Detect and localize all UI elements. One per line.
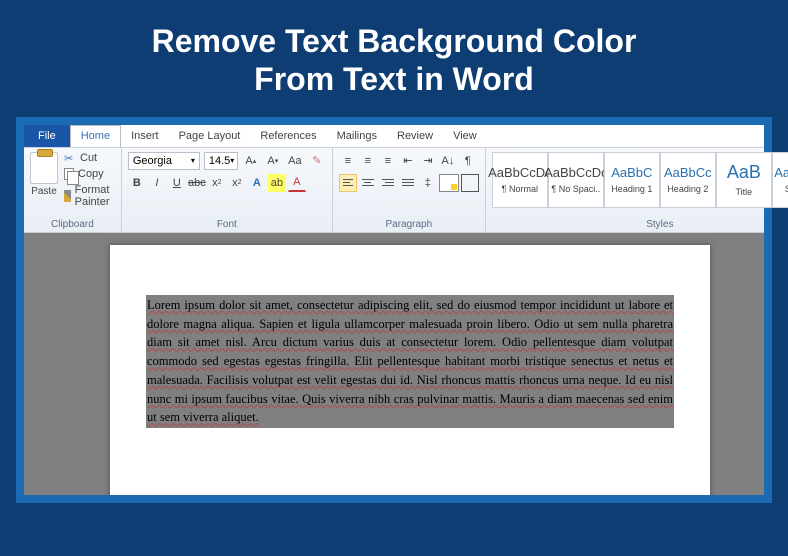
ribbon-tabs: File Home Insert Page Layout References … <box>24 125 764 147</box>
group-font: Georgia▾ 14.5▾ A▴ A▾ Aa ✎ B I U abc x2 x… <box>122 148 333 232</box>
tab-file[interactable]: File <box>24 125 70 147</box>
style-heading1[interactable]: AaBbCHeading 1 <box>604 152 660 208</box>
paste-icon <box>30 152 58 184</box>
tutorial-title: Remove Text Background Color From Text i… <box>0 0 788 117</box>
style-subtitle[interactable]: AaBbCc.Subtitle <box>772 152 788 208</box>
underline-button[interactable]: U <box>168 174 186 192</box>
clear-formatting-button[interactable]: ✎ <box>308 152 326 170</box>
scissors-icon: ✂ <box>64 152 76 164</box>
tab-view[interactable]: View <box>443 125 487 147</box>
brush-icon <box>64 190 71 202</box>
paragraph-text: Lorem ipsum dolor sit amet, consectetur … <box>147 298 673 425</box>
justify-button[interactable] <box>399 174 417 192</box>
italic-button[interactable]: I <box>148 174 166 192</box>
borders-button[interactable] <box>461 174 479 192</box>
clipboard-group-label: Clipboard <box>30 217 115 230</box>
word-window: File Home Insert Page Layout References … <box>16 117 772 503</box>
style-title[interactable]: AaBTitle <box>716 152 772 208</box>
subscript-button[interactable]: x2 <box>208 174 226 192</box>
tab-insert[interactable]: Insert <box>121 125 169 147</box>
shrink-font-button[interactable]: A▾ <box>264 152 282 170</box>
highlight-button[interactable]: ab <box>268 174 286 192</box>
strikethrough-button[interactable]: abc <box>188 174 206 192</box>
paragraph-group-label: Paragraph <box>339 217 479 230</box>
document-area[interactable]: Lorem ipsum dolor sit amet, consectetur … <box>24 233 764 495</box>
styles-group-label: Styles <box>492 217 788 230</box>
cut-button[interactable]: ✂ Cut <box>64 152 115 164</box>
bold-button[interactable]: B <box>128 174 146 192</box>
bullets-button[interactable]: ≡ <box>339 152 357 170</box>
paste-button[interactable]: Paste <box>30 152 58 197</box>
line-spacing-button[interactable]: ‡ <box>419 174 437 192</box>
tab-page-layout[interactable]: Page Layout <box>169 125 251 147</box>
styles-gallery[interactable]: AaBbCcDc¶ Normal AaBbCcDc¶ No Spaci.. Aa… <box>492 152 788 217</box>
grow-font-button[interactable]: A▴ <box>242 152 260 170</box>
ribbon: Paste ✂ Cut Copy Format Painter <box>24 147 764 233</box>
tab-home[interactable]: Home <box>70 125 121 147</box>
align-right-button[interactable] <box>379 174 397 192</box>
font-name-select[interactable]: Georgia▾ <box>128 152 200 170</box>
title-line1: Remove Text Background Color <box>0 22 788 60</box>
text-effects-button[interactable]: A <box>248 174 266 192</box>
group-styles: AaBbCcDc¶ Normal AaBbCcDc¶ No Spaci.. Aa… <box>486 148 788 232</box>
cut-label: Cut <box>80 152 97 164</box>
align-left-button[interactable] <box>339 174 357 192</box>
format-painter-label: Format Painter <box>75 184 115 208</box>
highlighted-paragraph[interactable]: Lorem ipsum dolor sit amet, consectetur … <box>146 295 674 428</box>
format-painter-button[interactable]: Format Painter <box>64 184 115 208</box>
group-paragraph: ≡ ≡ ≡ ⇤ ⇥ A↓ ¶ ‡ Paragra <box>333 148 486 232</box>
style-heading2[interactable]: AaBbCcHeading 2 <box>660 152 716 208</box>
shading-button[interactable] <box>439 174 459 192</box>
copy-button[interactable]: Copy <box>64 168 115 180</box>
decrease-indent-button[interactable]: ⇤ <box>399 152 417 170</box>
copy-icon <box>64 168 74 180</box>
superscript-button[interactable]: x2 <box>228 174 246 192</box>
style-normal[interactable]: AaBbCcDc¶ Normal <box>492 152 548 208</box>
copy-label: Copy <box>78 168 104 180</box>
tab-references[interactable]: References <box>250 125 326 147</box>
increase-indent-button[interactable]: ⇥ <box>419 152 437 170</box>
numbering-button[interactable]: ≡ <box>359 152 377 170</box>
paste-label: Paste <box>31 186 57 197</box>
change-case-button[interactable]: Aa <box>286 152 304 170</box>
tab-mailings[interactable]: Mailings <box>327 125 387 147</box>
font-group-label: Font <box>128 217 326 230</box>
font-size-select[interactable]: 14.5▾ <box>204 152 238 170</box>
sort-button[interactable]: A↓ <box>439 152 457 170</box>
tab-review[interactable]: Review <box>387 125 443 147</box>
show-marks-button[interactable]: ¶ <box>459 152 477 170</box>
align-center-button[interactable] <box>359 174 377 192</box>
multilevel-list-button[interactable]: ≡ <box>379 152 397 170</box>
font-color-button[interactable]: A <box>288 174 306 192</box>
group-clipboard: Paste ✂ Cut Copy Format Painter <box>24 148 122 232</box>
page[interactable]: Lorem ipsum dolor sit amet, consectetur … <box>110 245 710 495</box>
title-line2: From Text in Word <box>0 60 788 98</box>
style-no-spacing[interactable]: AaBbCcDc¶ No Spaci.. <box>548 152 604 208</box>
